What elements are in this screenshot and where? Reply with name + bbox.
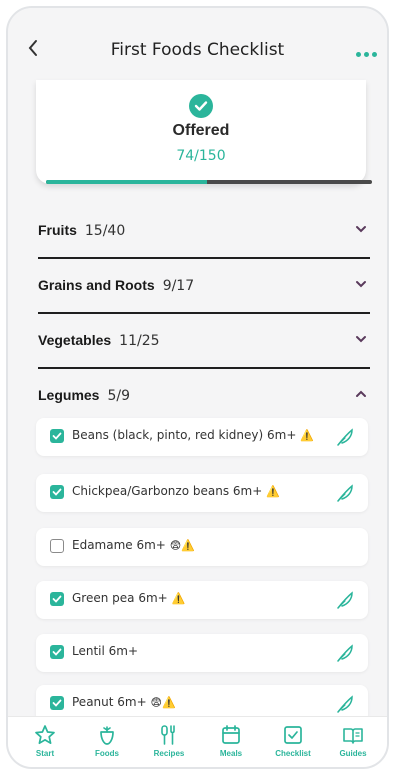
check-circle-icon	[189, 94, 213, 118]
back-button[interactable]	[26, 38, 46, 62]
food-item[interactable]: Chickpea/Garbonzo beans 6m+ ⚠️	[36, 474, 368, 512]
chevron-down-icon	[356, 336, 366, 343]
tab-meals[interactable]: Meals	[202, 721, 260, 765]
leaf-icon[interactable]	[334, 642, 356, 664]
section-title: Grains and Roots 9/17	[38, 277, 195, 294]
divider	[38, 367, 370, 369]
utensils-icon	[161, 725, 175, 745]
offered-summary-card: Offered 74/150	[36, 80, 366, 184]
warning-icon: ⚠️	[266, 485, 280, 498]
checkbox-checked[interactable]	[50, 592, 64, 606]
tab-label: Start	[35, 749, 55, 758]
section-count: 9/17	[162, 278, 195, 294]
section-title: Legumes 5/9	[38, 387, 130, 404]
section-count: 11/25	[119, 333, 160, 349]
food-icon	[100, 726, 114, 745]
calendar-icon	[222, 725, 240, 744]
tab-foods[interactable]: Foods	[78, 721, 136, 765]
chevron-up-icon	[356, 390, 366, 397]
tab-label: Meals	[219, 749, 243, 758]
section-title: Vegetables 11/25	[38, 332, 160, 349]
tab-checklist[interactable]: Checklist	[264, 721, 322, 765]
section-count: 5/9	[107, 388, 130, 404]
leaf-icon[interactable]	[334, 693, 356, 715]
food-label: Chickpea/Garbonzo beans 6m+	[72, 484, 263, 498]
book-icon	[343, 728, 363, 744]
chevron-down-icon	[356, 281, 366, 288]
more-dot-icon	[355, 51, 361, 57]
tab-label: Checklist	[275, 749, 311, 758]
checkbox-unchecked[interactable]	[50, 539, 64, 553]
warning-icon: 😨⚠️	[169, 539, 195, 552]
page-title: First Foods Checklist	[110, 40, 285, 60]
divider	[38, 312, 370, 314]
checkbox-checked[interactable]	[50, 429, 64, 443]
food-label: Beans (black, pinto, red kidney) 6m+	[72, 428, 297, 442]
more-dot-icon	[363, 51, 369, 57]
more-dot-icon	[371, 51, 377, 57]
food-label: Green pea 6m+	[72, 591, 168, 605]
offered-progress-bar	[46, 180, 372, 184]
warning-icon: 😨⚠️	[150, 696, 176, 709]
offered-progress-fill	[46, 180, 207, 184]
star-icon	[35, 725, 55, 745]
more-button[interactable]	[351, 48, 381, 60]
section-count: 15/40	[84, 223, 126, 239]
section-grains-and-roots[interactable]: Grains and Roots 9/17	[38, 263, 370, 311]
tab-guides[interactable]: Guides	[324, 721, 382, 765]
food-item[interactable]: Edamame 6m+ 😨⚠️	[36, 528, 368, 566]
tab-label: Recipes	[153, 749, 185, 758]
section-title: Fruits 15/40	[38, 222, 126, 239]
section-fruits[interactable]: Fruits 15/40	[38, 208, 370, 256]
tab-label: Guides	[339, 749, 367, 758]
food-item[interactable]: Lentil 6m+	[36, 634, 368, 672]
food-item[interactable]: Green pea 6m+ ⚠️	[36, 581, 368, 619]
food-label: Peanut 6m+	[72, 695, 147, 709]
chevron-left-icon	[28, 40, 37, 56]
checkbox-checked[interactable]	[50, 696, 64, 710]
checkbox-checked[interactable]	[50, 485, 64, 499]
leaf-icon[interactable]	[334, 482, 356, 504]
leaf-icon[interactable]	[334, 589, 356, 611]
checklist-icon	[284, 726, 302, 744]
bottom-tab-bar: Start Foods Recipes Meals Checklist Guid…	[8, 716, 387, 767]
checkbox-checked[interactable]	[50, 645, 64, 659]
offered-label: Offered	[172, 122, 230, 139]
section-vegetables[interactable]: Vegetables 11/25	[38, 318, 370, 366]
tab-start[interactable]: Start	[16, 721, 74, 765]
section-legumes[interactable]: Legumes 5/9	[38, 373, 370, 421]
food-label: Edamame 6m+	[72, 538, 166, 552]
offered-count: 74/150	[176, 148, 226, 164]
leaf-icon[interactable]	[334, 426, 356, 448]
warning-icon: ⚠️	[300, 429, 314, 442]
food-label: Lentil 6m+	[72, 644, 139, 658]
phone-frame: First Foods Checklist Offered 74/150 Fru…	[6, 6, 389, 769]
tab-label: Foods	[95, 749, 119, 758]
chevron-down-icon	[356, 226, 366, 233]
app-header: First Foods Checklist	[8, 8, 387, 90]
warning-icon: ⚠️	[171, 592, 186, 605]
divider	[38, 257, 370, 259]
food-item[interactable]: Beans (black, pinto, red kidney) 6m+ ⚠️	[36, 418, 368, 456]
tab-recipes[interactable]: Recipes	[140, 721, 198, 765]
